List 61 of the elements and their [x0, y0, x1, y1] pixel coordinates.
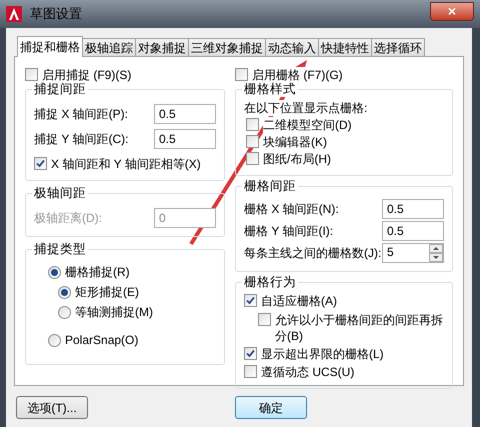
- checkmark-icon: [246, 349, 255, 358]
- tab[interactable]: 快捷特性: [318, 38, 372, 56]
- tab[interactable]: 对象捕捉: [135, 38, 189, 56]
- radio-button[interactable]: [48, 266, 61, 278]
- field-label: 每条主线之间的栅格数(J):: [244, 245, 382, 261]
- tab[interactable]: 三维对象捕捉: [188, 38, 266, 56]
- spin-value: 5: [386, 244, 395, 261]
- group-title: 捕捉间距: [32, 81, 88, 97]
- checkbox-label: 二维模型空间(D): [263, 117, 352, 133]
- field-label: 捕捉 Y 轴间距(C):: [34, 131, 128, 147]
- options-button[interactable]: 选项(T)...: [16, 396, 88, 419]
- checkbox-label: 启用栅格 (F7)(G): [252, 67, 343, 83]
- checkbox[interactable]: [258, 313, 271, 326]
- window-title: 草图设置: [30, 6, 82, 22]
- group-title: 极轴间距: [32, 185, 88, 201]
- ok-button[interactable]: 确定: [235, 396, 307, 419]
- app-logo-icon: [6, 6, 22, 22]
- checkbox[interactable]: [235, 68, 248, 81]
- group-title: 栅格行为: [242, 274, 298, 290]
- tab[interactable]: 极轴追踪: [82, 38, 136, 56]
- field-label: 栅格 X 轴间距(N):: [244, 201, 339, 217]
- checkmark-icon: [36, 159, 45, 168]
- tab[interactable]: 动态输入: [265, 38, 319, 56]
- input-field[interactable]: 0.5: [382, 221, 444, 241]
- checkbox[interactable]: [246, 152, 259, 165]
- group-title: 栅格样式: [242, 81, 298, 97]
- checkbox-label: 启用捕捉 (F9)(S): [42, 67, 132, 83]
- checkbox-label: 显示超出界限的栅格(L): [261, 346, 384, 362]
- radio-label: 等轴测捕捉(M): [75, 304, 153, 320]
- input-field[interactable]: 0.5: [154, 129, 216, 149]
- group-title: 栅格间距: [242, 178, 298, 194]
- checkbox[interactable]: [25, 68, 38, 81]
- field-label: 极轴距离(D):: [34, 210, 102, 226]
- spin-field[interactable]: 5: [382, 243, 444, 263]
- checkbox[interactable]: [34, 157, 47, 170]
- group-title: 捕捉类型: [32, 241, 88, 257]
- input-field[interactable]: 0.5: [154, 104, 216, 124]
- field-label: 栅格 Y 轴间距(I):: [244, 223, 334, 239]
- checkbox-label: 图纸/布局(H): [263, 151, 331, 167]
- tab[interactable]: 捕捉和栅格: [17, 36, 83, 57]
- caption: 在以下位置显示点栅格:: [244, 100, 368, 116]
- checkbox[interactable]: [246, 118, 259, 131]
- checkbox-label: 允许以小于栅格间距的间距再拆分(B): [275, 312, 444, 344]
- tab[interactable]: 选择循环: [371, 38, 425, 56]
- radio-label: 栅格捕捉(R): [65, 264, 130, 280]
- field-label: 捕捉 X 轴间距(P):: [34, 106, 128, 122]
- radio-button[interactable]: [58, 306, 71, 318]
- checkbox-label: X 轴间距和 Y 轴间距相等(X): [51, 156, 201, 172]
- checkmark-icon: [246, 296, 255, 305]
- checkbox[interactable]: [244, 365, 257, 378]
- radio-label: 矩形捕捉(E): [75, 284, 139, 300]
- checkbox[interactable]: [244, 347, 257, 360]
- radio-button[interactable]: [58, 286, 71, 298]
- checkbox-label: 自适应栅格(A): [261, 293, 337, 309]
- checkbox[interactable]: [246, 135, 259, 148]
- input-field[interactable]: 0.5: [382, 199, 444, 219]
- radio-label: PolarSnap(O): [65, 332, 138, 348]
- checkbox-label: 块编辑器(K): [263, 134, 327, 150]
- checkbox[interactable]: [244, 294, 257, 307]
- checkbox-label: 遵循动态 UCS(U): [261, 364, 354, 380]
- radio-button[interactable]: [48, 334, 61, 346]
